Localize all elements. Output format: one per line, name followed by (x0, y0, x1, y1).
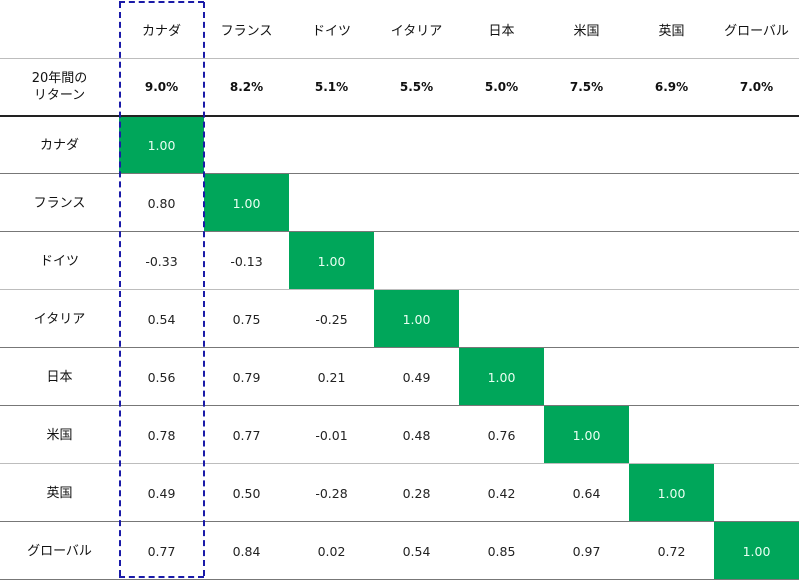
diagonal-cell: 1.00 (204, 174, 289, 232)
correlation-cell: 0.54 (147, 311, 176, 327)
return-value: 8.2% (229, 80, 264, 94)
row-label: イタリア (33, 311, 86, 327)
diagonal-cell: 1.00 (374, 290, 459, 348)
correlation-cell: 0.77 (147, 543, 176, 559)
diagonal-cell: 1.00 (714, 522, 799, 580)
return-row-label-line: リターン (33, 88, 86, 103)
correlation-cell: 0.80 (147, 195, 176, 211)
correlation-cell: 0.97 (572, 543, 601, 559)
return-value: 9.0% (144, 80, 179, 94)
return-value: 6.9% (654, 80, 689, 94)
row-label: 日本 (46, 369, 73, 385)
column-header: カナダ (141, 23, 181, 39)
correlation-cell: 0.54 (402, 543, 431, 559)
correlation-cell: 0.49 (402, 369, 431, 385)
correlation-cell: 0.48 (402, 427, 431, 443)
column-header: グローバル (724, 23, 789, 39)
return-row-label-line: 20年間の (31, 71, 88, 86)
column-header: イタリア (390, 23, 443, 39)
diagonal-cell: 1.00 (119, 116, 204, 174)
diagonal-cell: 1.00 (629, 464, 714, 522)
correlation-cell: 0.77 (232, 427, 261, 443)
highlight-box-bottom (119, 576, 204, 578)
row-label: 英国 (46, 485, 73, 501)
highlight-box-left (119, 2, 121, 576)
column-header: フランス (220, 23, 273, 39)
diagonal-cell: 1.00 (459, 348, 544, 406)
correlation-cell: 0.84 (232, 543, 261, 559)
return-value: 7.0% (739, 80, 774, 94)
correlation-cell: 0.50 (232, 485, 261, 501)
correlation-cell: -0.33 (145, 253, 178, 269)
correlation-cell: 0.56 (147, 369, 176, 385)
return-value: 7.5% (569, 80, 604, 94)
row-label: フランス (33, 195, 86, 211)
column-header: 米国 (573, 23, 600, 39)
return-value: 5.5% (399, 80, 434, 94)
diagonal-cell: 1.00 (289, 232, 374, 290)
column-header: ドイツ (311, 23, 351, 39)
row-label: ドイツ (39, 253, 79, 269)
correlation-cell: -0.13 (230, 253, 263, 269)
correlation-cell: 0.78 (147, 427, 176, 443)
diagonal-cell: 1.00 (544, 406, 629, 464)
correlation-cell: -0.01 (315, 427, 348, 443)
correlation-cell: 0.76 (487, 427, 516, 443)
column-header: 英国 (658, 23, 685, 39)
column-header: 日本 (488, 23, 515, 39)
row-label: グローバル (27, 543, 92, 559)
highlight-box-right (203, 2, 205, 576)
correlation-cell: 0.21 (317, 369, 346, 385)
row-label: カナダ (39, 137, 79, 153)
correlation-cell: 0.42 (487, 485, 516, 501)
correlation-cell: 0.49 (147, 485, 176, 501)
row-label: 米国 (46, 427, 73, 443)
highlight-box-top (119, 1, 204, 3)
correlation-cell: -0.28 (315, 485, 348, 501)
correlation-cell: 0.28 (402, 485, 431, 501)
return-value: 5.1% (314, 80, 349, 94)
return-row-label: 20年間のリターン (0, 58, 119, 116)
correlation-cell: 0.72 (657, 543, 686, 559)
return-value: 5.0% (484, 80, 519, 94)
correlation-cell: 0.75 (232, 311, 261, 327)
correlation-cell: 0.79 (232, 369, 261, 385)
correlation-cell: 0.02 (317, 543, 346, 559)
correlation-cell: -0.25 (315, 311, 348, 327)
correlation-cell: 0.85 (487, 543, 516, 559)
correlation-cell: 0.64 (572, 485, 601, 501)
